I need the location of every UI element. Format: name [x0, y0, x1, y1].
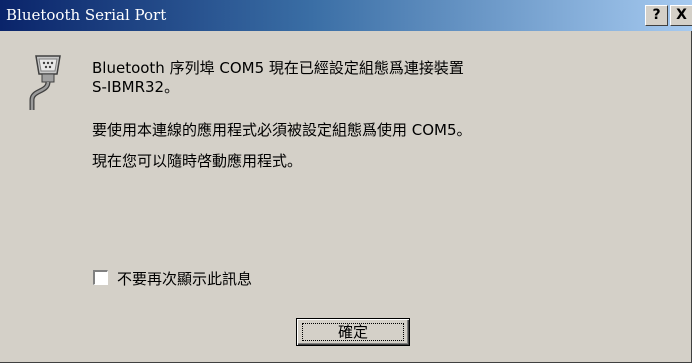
dont-show-again-label[interactable]: 不要再次顯示此訊息	[117, 268, 252, 289]
message-line-1a: Bluetooth 序列埠 COM5 現在已經設定組態爲連接裝置	[92, 59, 464, 77]
help-button[interactable]: ?	[645, 5, 668, 26]
window-title: Bluetooth Serial Port	[6, 6, 167, 24]
message-line-1b: S-IBMR32。	[92, 78, 180, 96]
ok-button[interactable]: 確定	[296, 318, 410, 346]
dont-show-again-checkbox[interactable]	[93, 270, 108, 285]
serial-port-icon	[29, 55, 61, 110]
dialog-window: Bluetooth Serial Port ? X Bluetooth 序列埠 …	[0, 0, 692, 363]
title-bar[interactable]: Bluetooth Serial Port ? X	[0, 0, 692, 31]
close-button[interactable]: X	[670, 5, 692, 26]
message-line-1: Bluetooth 序列埠 COM5 現在已經設定組態爲連接裝置 S-IBMR3…	[92, 59, 464, 97]
message-line-3: 現在您可以隨時啓動應用程式。	[92, 152, 303, 170]
message-line-2: 要使用本連線的應用程式必須被設定組態爲使用 COM5。	[92, 121, 472, 139]
ok-button-label: 確定	[337, 323, 368, 341]
